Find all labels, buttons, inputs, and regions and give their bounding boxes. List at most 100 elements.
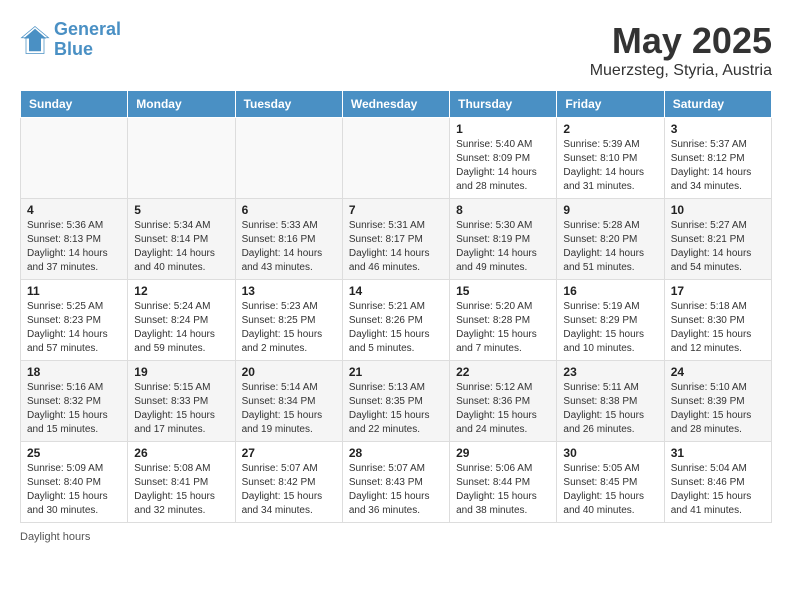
calendar-cell: 23Sunrise: 5:11 AM Sunset: 8:38 PM Dayli… [557, 361, 664, 442]
calendar-cell: 21Sunrise: 5:13 AM Sunset: 8:35 PM Dayli… [342, 361, 449, 442]
day-number: 4 [27, 203, 121, 217]
weekday-header-wednesday: Wednesday [342, 91, 449, 118]
logo-icon [20, 25, 50, 55]
day-number: 7 [349, 203, 443, 217]
day-info: Sunrise: 5:31 AM Sunset: 8:17 PM Dayligh… [349, 219, 443, 275]
day-info: Sunrise: 5:33 AM Sunset: 8:16 PM Dayligh… [242, 219, 336, 275]
day-number: 29 [456, 446, 550, 460]
calendar-cell: 24 Sunrise: 5:10 AM Sunset: 8:39 PM Dayli… [664, 361, 771, 442]
calendar-cell: 11 Sunrise: 5:25 AM Sunset: 8:23 PM Dayli… [21, 280, 128, 361]
day-number: 28 [349, 446, 443, 460]
calendar-cell: 5 Sunrise: 5:34 AM Sunset: 8:14 PM Daylig… [128, 199, 235, 280]
calendar-cell: 15Sunrise: 5:20 AM Sunset: 8:28 PM Dayli… [450, 280, 557, 361]
weekday-header-row: SundayMondayTuesdayWednesdayThursdayFrid… [21, 91, 772, 118]
day-number: 21 [349, 365, 443, 379]
calendar-cell: 26 Sunrise: 5:08 AM Sunset: 8:41 PM Dayli… [128, 442, 235, 523]
day-info: Sunrise: 5:06 AM Sunset: 8:44 PM Dayligh… [456, 462, 550, 518]
calendar-cell: 16Sunrise: 5:19 AM Sunset: 8:29 PM Dayli… [557, 280, 664, 361]
day-number: 26 [134, 446, 228, 460]
day-number: 27 [242, 446, 336, 460]
day-info: Sunrise: 5:23 AM Sunset: 8:25 PM Dayligh… [242, 300, 336, 356]
weekday-header-sunday: Sunday [21, 91, 128, 118]
footer-note: Daylight hours [20, 531, 772, 543]
calendar-cell [21, 118, 128, 199]
day-number: 24 [671, 365, 765, 379]
day-info: Sunrise: 5:15 AM Sunset: 8:33 PM Dayligh… [134, 381, 228, 437]
day-info: Sunrise: 5:08 AM Sunset: 8:41 PM Dayligh… [134, 462, 228, 518]
calendar-cell: 2 Sunrise: 5:39 AM Sunset: 8:10 PM Daylig… [557, 118, 664, 199]
calendar-cell: 17 Sunrise: 5:18 AM Sunset: 8:30 PM Dayli… [664, 280, 771, 361]
calendar-cell: 14 Sunrise: 5:21 AM Sunset: 8:26 PM Dayli… [342, 280, 449, 361]
calendar-cell [342, 118, 449, 199]
day-info: Sunrise: 5:37 AM Sunset: 8:12 PM Dayligh… [671, 138, 765, 194]
calendar-cell: 22 Sunrise: 5:12 AM Sunset: 8:36 PM Dayli… [450, 361, 557, 442]
weekday-header-thursday: Thursday [450, 91, 557, 118]
calendar-week-3: 11 Sunrise: 5:25 AM Sunset: 8:23 PM Dayli… [21, 280, 772, 361]
calendar-cell: 7 Sunrise: 5:31 AM Sunset: 8:17 PM Daylig… [342, 199, 449, 280]
calendar-week-4: 18Sunrise: 5:16 AM Sunset: 8:32 PM Dayli… [21, 361, 772, 442]
day-number: 31 [671, 446, 765, 460]
day-info: Sunrise: 5:20 AM Sunset: 8:28 PM Dayligh… [456, 300, 550, 356]
calendar-week-2: 4 Sunrise: 5:36 AM Sunset: 8:13 PM Daylig… [21, 199, 772, 280]
day-info: Sunrise: 5:40 AM Sunset: 8:09 PM Dayligh… [456, 138, 550, 194]
day-number: 23 [563, 365, 657, 379]
calendar-cell: 28Sunrise: 5:07 AM Sunset: 8:43 PM Dayli… [342, 442, 449, 523]
calendar-cell: 13Sunrise: 5:23 AM Sunset: 8:25 PM Dayli… [235, 280, 342, 361]
day-number: 2 [563, 122, 657, 136]
footer-text: Daylight hours [20, 531, 90, 543]
day-number: 11 [27, 284, 121, 298]
day-info: Sunrise: 5:36 AM Sunset: 8:13 PM Dayligh… [27, 219, 121, 275]
calendar-cell: 12Sunrise: 5:24 AM Sunset: 8:24 PM Dayli… [128, 280, 235, 361]
day-info: Sunrise: 5:09 AM Sunset: 8:40 PM Dayligh… [27, 462, 121, 518]
day-info: Sunrise: 5:21 AM Sunset: 8:26 PM Dayligh… [349, 300, 443, 356]
day-number: 6 [242, 203, 336, 217]
day-info: Sunrise: 5:25 AM Sunset: 8:23 PM Dayligh… [27, 300, 121, 356]
calendar-cell [128, 118, 235, 199]
calendar-cell: 25Sunrise: 5:09 AM Sunset: 8:40 PM Dayli… [21, 442, 128, 523]
day-info: Sunrise: 5:39 AM Sunset: 8:10 PM Dayligh… [563, 138, 657, 194]
day-info: Sunrise: 5:30 AM Sunset: 8:19 PM Dayligh… [456, 219, 550, 275]
calendar-header: SundayMondayTuesdayWednesdayThursdayFrid… [21, 91, 772, 118]
weekday-header-friday: Friday [557, 91, 664, 118]
calendar-cell: 4 Sunrise: 5:36 AM Sunset: 8:13 PM Daylig… [21, 199, 128, 280]
day-info: Sunrise: 5:07 AM Sunset: 8:42 PM Dayligh… [242, 462, 336, 518]
main-title: May 2025 [590, 20, 772, 62]
day-number: 20 [242, 365, 336, 379]
day-number: 22 [456, 365, 550, 379]
day-info: Sunrise: 5:12 AM Sunset: 8:36 PM Dayligh… [456, 381, 550, 437]
calendar-cell: 19Sunrise: 5:15 AM Sunset: 8:33 PM Dayli… [128, 361, 235, 442]
calendar-week-1: 1 Sunrise: 5:40 AM Sunset: 8:09 PM Daylig… [21, 118, 772, 199]
calendar-cell: 30 Sunrise: 5:05 AM Sunset: 8:45 PM Dayli… [557, 442, 664, 523]
day-info: Sunrise: 5:05 AM Sunset: 8:45 PM Dayligh… [563, 462, 657, 518]
day-info: Sunrise: 5:28 AM Sunset: 8:20 PM Dayligh… [563, 219, 657, 275]
day-info: Sunrise: 5:14 AM Sunset: 8:34 PM Dayligh… [242, 381, 336, 437]
day-info: Sunrise: 5:27 AM Sunset: 8:21 PM Dayligh… [671, 219, 765, 275]
day-info: Sunrise: 5:04 AM Sunset: 8:46 PM Dayligh… [671, 462, 765, 518]
day-number: 14 [349, 284, 443, 298]
day-number: 9 [563, 203, 657, 217]
calendar-cell: 20 Sunrise: 5:14 AM Sunset: 8:34 PM Dayli… [235, 361, 342, 442]
weekday-header-saturday: Saturday [664, 91, 771, 118]
day-info: Sunrise: 5:24 AM Sunset: 8:24 PM Dayligh… [134, 300, 228, 356]
calendar-week-5: 25Sunrise: 5:09 AM Sunset: 8:40 PM Dayli… [21, 442, 772, 523]
logo-line2: Blue [54, 40, 121, 60]
day-number: 17 [671, 284, 765, 298]
day-number: 5 [134, 203, 228, 217]
calendar-cell: 6 Sunrise: 5:33 AM Sunset: 8:16 PM Daylig… [235, 199, 342, 280]
day-info: Sunrise: 5:10 AM Sunset: 8:39 PM Dayligh… [671, 381, 765, 437]
calendar-cell: 27 Sunrise: 5:07 AM Sunset: 8:42 PM Dayli… [235, 442, 342, 523]
day-number: 30 [563, 446, 657, 460]
logo-line1: General [54, 19, 121, 39]
weekday-header-tuesday: Tuesday [235, 91, 342, 118]
weekday-header-monday: Monday [128, 91, 235, 118]
day-number: 10 [671, 203, 765, 217]
calendar-cell: 8Sunrise: 5:30 AM Sunset: 8:19 PM Daylig… [450, 199, 557, 280]
calendar-cell: 29 Sunrise: 5:06 AM Sunset: 8:44 PM Dayli… [450, 442, 557, 523]
day-number: 3 [671, 122, 765, 136]
day-info: Sunrise: 5:34 AM Sunset: 8:14 PM Dayligh… [134, 219, 228, 275]
day-info: Sunrise: 5:18 AM Sunset: 8:30 PM Dayligh… [671, 300, 765, 356]
calendar-cell [235, 118, 342, 199]
day-number: 18 [27, 365, 121, 379]
calendar-table: SundayMondayTuesdayWednesdayThursdayFrid… [20, 90, 772, 523]
day-number: 1 [456, 122, 550, 136]
